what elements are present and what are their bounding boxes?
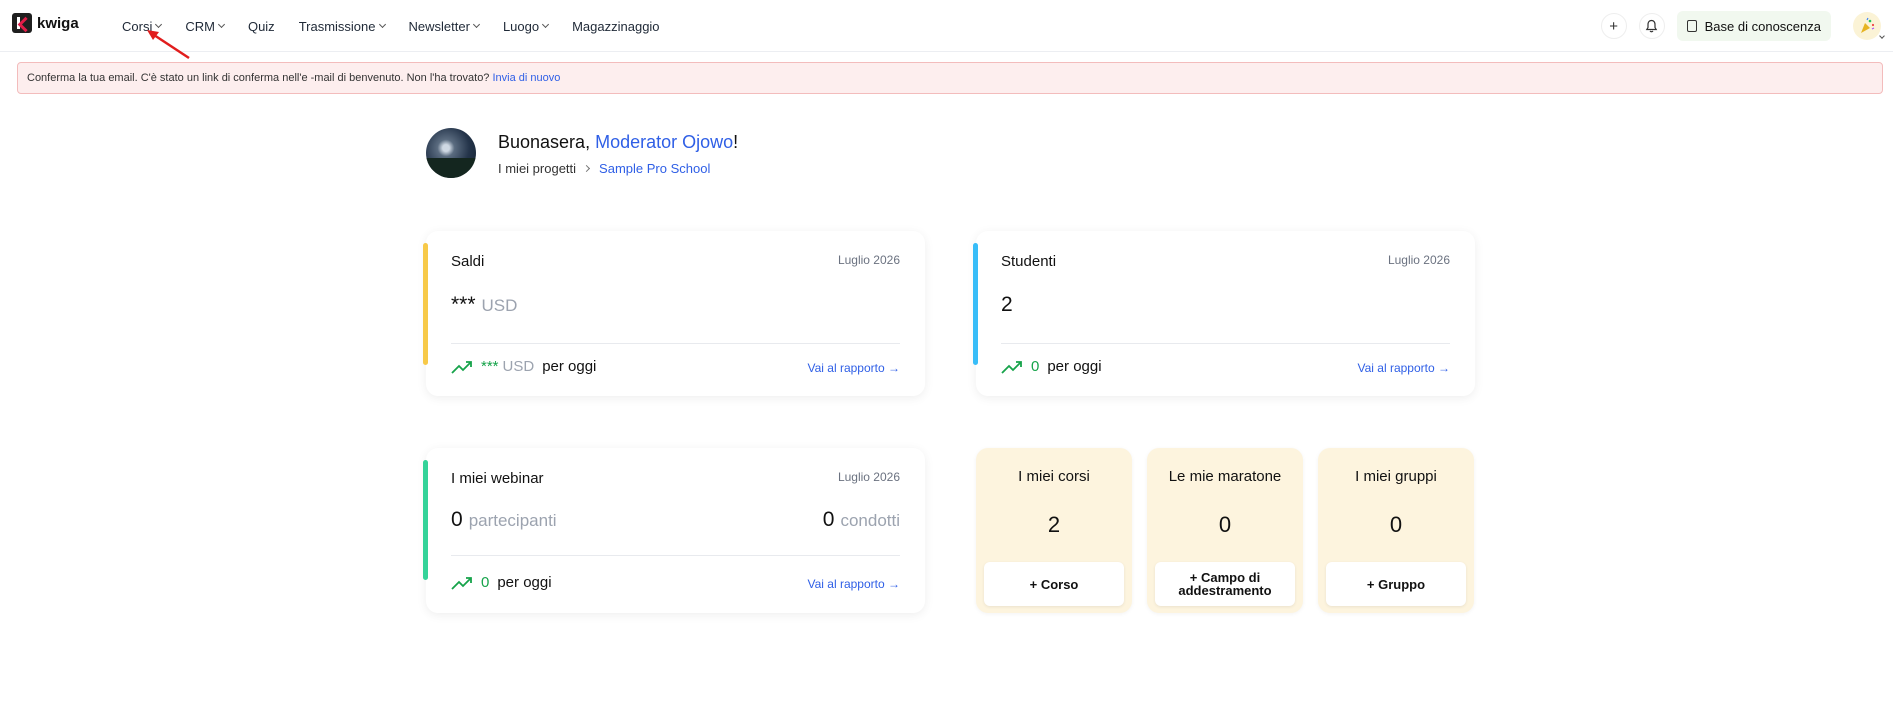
students-card: Studenti Luglio 2026 2 0 per oggi Vai al…: [973, 231, 1475, 396]
held-label: condotti: [840, 511, 900, 530]
add-button[interactable]: +: [1600, 13, 1627, 39]
today-value: 0: [481, 574, 490, 591]
my-groups-card: I miei gruppi 0 + Gruppo: [1318, 448, 1474, 613]
chevron-down-icon: [155, 20, 163, 29]
trend-up-icon: [1001, 360, 1022, 374]
accent-bar: [973, 243, 978, 365]
profile-avatar[interactable]: [426, 128, 476, 178]
report-link[interactable]: Vai al rapporto →: [808, 361, 901, 375]
nav-item-label: Magazzinaggio: [572, 18, 660, 34]
held-stat: 0 condotti: [823, 508, 900, 532]
today-stat: 0 per oggi: [451, 574, 552, 591]
nav-item-quiz[interactable]: Quiz: [248, 19, 275, 34]
report-link[interactable]: Vai al rapporto →: [808, 577, 901, 591]
alert-text: Conferma la tua email. C'è stato un link…: [27, 72, 490, 84]
breadcrumb-root[interactable]: I miei progetti: [498, 161, 576, 176]
participants-label: partecipanti: [468, 511, 557, 530]
card-title: Studenti: [1001, 253, 1057, 270]
participants-stat: 0 partecipanti: [451, 508, 557, 532]
my-marathons-card: Le mie maratone 0 + Campo di addestramen…: [1147, 448, 1303, 613]
user-menu-avatar[interactable]: [1853, 12, 1885, 40]
nav-item-label: Quiz: [247, 18, 275, 34]
breadcrumb: I miei progetti Sample Pro School: [498, 161, 738, 176]
card-date: Luglio 2026: [837, 470, 900, 484]
divider: [1001, 343, 1450, 344]
greeting-prefix: Buonasera,: [498, 132, 591, 152]
user-name-link[interactable]: Moderator Ojowo: [595, 132, 733, 152]
today-label: per oggi: [542, 358, 597, 375]
main-nav: Corsi CRM Quiz Trasmissione Newsletter L…: [122, 0, 684, 52]
add-course-button[interactable]: + Corso: [984, 562, 1124, 606]
accent-bar: [423, 460, 428, 580]
counter-value: 2: [1047, 512, 1061, 537]
kwiga-logo[interactable]: kwiga: [12, 13, 79, 33]
add-bootcamp-button[interactable]: + Campo di addestramento: [1155, 562, 1295, 606]
greeting-header: Buonasera, Moderator Ojowo! I miei proge…: [426, 128, 738, 178]
counter-value: 0: [1389, 512, 1403, 537]
divider: [451, 343, 900, 344]
nav-item-magazzinaggio[interactable]: Magazzinaggio: [572, 19, 659, 34]
greeting-title: Buonasera, Moderator Ojowo!: [498, 132, 738, 153]
chevron-down-icon: [542, 20, 550, 29]
today-unit: USD: [502, 358, 535, 375]
chevron-down-icon: [217, 20, 225, 29]
today-label: per oggi: [1047, 358, 1102, 375]
brand-name: kwiga: [37, 14, 79, 32]
divider: [451, 555, 900, 556]
trend-up-icon: [451, 576, 472, 590]
add-group-button[interactable]: + Gruppo: [1326, 562, 1466, 606]
document-icon: [1686, 20, 1697, 32]
webinars-card: I miei webinar Luglio 2026 0 partecipanti…: [423, 448, 925, 613]
chevron-down-icon: [472, 20, 480, 29]
kwiga-logo-icon: [12, 13, 32, 33]
card-date: Luglio 2026: [1387, 253, 1450, 267]
counter-title: I miei corsi: [1018, 468, 1090, 485]
balance-value: *** USD: [451, 293, 517, 317]
today-value: 0: [1031, 358, 1040, 375]
participants-value: 0: [451, 508, 463, 531]
breadcrumb-current-project[interactable]: Sample Pro School: [599, 161, 710, 176]
card-title: Saldi: [451, 253, 485, 270]
chevron-down-icon: [378, 20, 386, 29]
my-courses-card: I miei corsi 2 + Corso: [976, 448, 1132, 613]
today-label: per oggi: [497, 574, 552, 591]
nav-item-trasmissione[interactable]: Trasmissione: [298, 18, 386, 34]
bell-icon: [1645, 19, 1658, 33]
counter-value: 0: [1218, 512, 1232, 537]
knowledge-base-label: Base di conoscenza: [1704, 18, 1821, 34]
accent-bar: [423, 243, 428, 365]
email-confirmation-alert: Conferma la tua email. C'è stato un link…: [17, 62, 1883, 94]
counter-title: I miei gruppi: [1355, 468, 1437, 485]
nav-item-newsletter[interactable]: Newsletter: [408, 18, 480, 34]
counter-title: Le mie maratone: [1168, 468, 1282, 485]
party-popper-icon: [1861, 17, 1875, 33]
today-stat: *** USD per oggi: [451, 358, 596, 375]
report-link[interactable]: Vai al rapporto →: [1358, 361, 1451, 375]
nav-item-label: Trasmissione: [298, 18, 376, 34]
students-value: 2: [1001, 293, 1013, 316]
balance-card: Saldi Luglio 2026 *** USD *** USD per ogg…: [423, 231, 925, 396]
top-right-actions: + Base di conoscenza: [1600, 0, 1893, 52]
nav-item-label: Luogo: [502, 18, 540, 34]
chevron-down-icon: [1879, 33, 1885, 39]
balance-unit: USD: [481, 296, 518, 315]
trend-up-icon: [451, 360, 472, 374]
held-value: 0: [822, 508, 835, 531]
today-stat: 0 per oggi: [1001, 358, 1102, 375]
resend-link[interactable]: Invia di nuovo: [493, 72, 561, 84]
greeting-suffix: !: [733, 132, 739, 152]
notifications-button[interactable]: [1638, 13, 1665, 39]
plus-icon: +: [1609, 17, 1619, 35]
annotation-arrow-icon: [147, 30, 190, 60]
balance-amount: ***: [451, 293, 476, 316]
knowledge-base-button[interactable]: Base di conoscenza: [1676, 11, 1831, 41]
today-value: ***: [481, 358, 499, 375]
top-navigation-bar: kwiga Corsi CRM Quiz Trasmissione Newsle…: [0, 0, 1893, 52]
card-date: Luglio 2026: [837, 253, 900, 267]
card-title: I miei webinar: [451, 470, 544, 487]
nav-item-luogo[interactable]: Luogo: [502, 18, 550, 34]
nav-item-label: Newsletter: [408, 18, 470, 34]
chevron-right-icon: [583, 164, 591, 173]
